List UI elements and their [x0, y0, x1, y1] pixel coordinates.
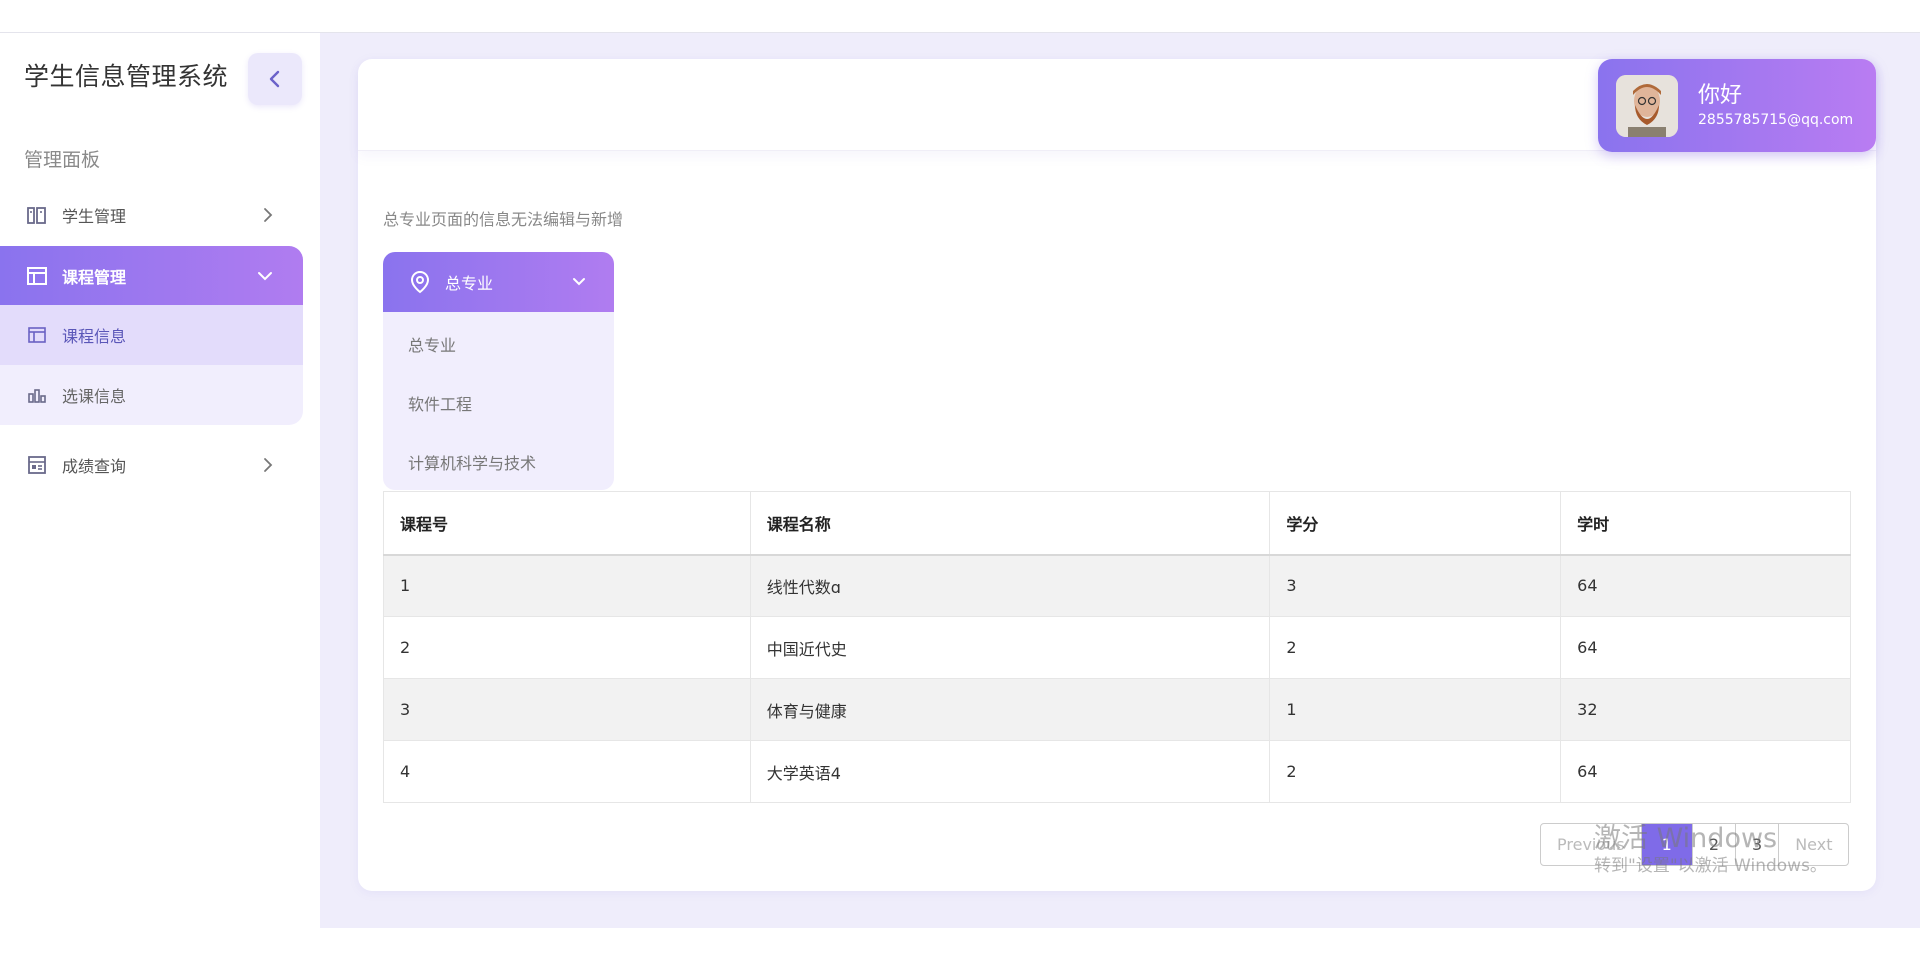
chevron-down-icon [257, 271, 273, 281]
location-pin-icon [409, 270, 431, 294]
table-cell: 体育与健康 [749, 678, 1271, 741]
table-cell: 线性代数ɑ [749, 554, 1271, 617]
pagination-page-1[interactable]: 1 [1641, 824, 1693, 865]
notice-text: 总专业页面的信息无法编辑与新增 [383, 210, 624, 229]
major-dropdown-button[interactable]: 总专业 [383, 252, 614, 312]
user-profile-card[interactable]: 你好 2855785715@qq.com [1598, 59, 1876, 152]
sidebar-collapse-button[interactable] [248, 53, 302, 105]
table-cell: 2 [1269, 740, 1562, 803]
table-cell: 1 [1269, 678, 1562, 741]
table-cell: 大学英语4 [749, 740, 1271, 803]
bar-chart-icon [26, 384, 48, 406]
section-title: 管理面板 [24, 149, 101, 171]
table-icon [26, 265, 48, 287]
pagination-next-button[interactable]: Next [1779, 824, 1848, 865]
chevron-right-icon [263, 457, 273, 473]
sidebar-subitem-label: 课程信息 [62, 327, 127, 346]
table-cell: 中国近代史 [749, 616, 1271, 679]
table-row: 1 线性代数ɑ 3 64 [383, 554, 1851, 617]
table-cell: 4 [383, 740, 751, 803]
column-header-credits[interactable]: 学分 [1269, 491, 1562, 556]
course-table: 课程号 课程名称 学分 学时 1 线性代数ɑ 3 64 2 中国近代史 2 64… [383, 491, 1851, 803]
chevron-down-icon [572, 277, 586, 287]
dropdown-option-all-majors[interactable]: 总专业 [408, 332, 456, 356]
user-email: 2855785715@qq.com [1698, 111, 1854, 128]
user-greeting: 你好 [1698, 82, 1743, 108]
major-dropdown-selected: 总专业 [445, 274, 494, 293]
sidebar-item-label: 学生管理 [62, 207, 127, 226]
column-header-course-name[interactable]: 课程名称 [749, 491, 1271, 556]
sidebar-item-course-management[interactable]: 课程管理 [0, 246, 303, 306]
student-icon [26, 204, 48, 226]
table-cell: 1 [383, 554, 751, 617]
table-cell: 64 [1560, 616, 1851, 679]
pagination-page-2[interactable]: 2 [1693, 824, 1736, 865]
bottom-bar [0, 928, 1920, 960]
pagination-previous-button[interactable]: Previous [1541, 824, 1642, 865]
column-header-course-id[interactable]: 课程号 [383, 491, 751, 556]
table-cell: 64 [1560, 740, 1851, 803]
table-row: 3 体育与健康 1 32 [383, 678, 1851, 741]
sidebar: 学生信息管理系统 管理面板 学生管理 课程管理 课程信息 选课信息 成绩查询 [0, 33, 320, 929]
table-cell: 3 [383, 678, 751, 741]
sidebar-item-grade-query[interactable]: 成绩查询 [0, 435, 303, 495]
table-header-row: 课程号 课程名称 学分 学时 [383, 491, 1851, 556]
column-header-hours[interactable]: 学时 [1560, 491, 1851, 556]
dropdown-option-computer-science[interactable]: 计算机科学与技术 [408, 450, 536, 474]
report-icon [26, 454, 48, 476]
dropdown-option-software-engineering[interactable]: 软件工程 [408, 391, 472, 415]
top-bar [0, 0, 1920, 33]
chevron-right-icon [263, 207, 273, 223]
app-title: 学生信息管理系统 [24, 62, 229, 91]
sidebar-item-student-management[interactable]: 学生管理 [0, 185, 303, 245]
table-cell: 2 [1269, 616, 1562, 679]
table-icon [26, 324, 48, 346]
pagination: Previous 1 2 3 Next [1540, 823, 1850, 866]
sidebar-item-label: 成绩查询 [62, 457, 127, 476]
sidebar-subitem-course-info[interactable]: 课程信息 [0, 305, 303, 365]
sidebar-item-label: 课程管理 [62, 268, 127, 287]
sidebar-subitem-label: 选课信息 [62, 387, 127, 406]
avatar [1616, 74, 1678, 137]
table-row: 2 中国近代史 2 64 [383, 616, 1851, 679]
course-submenu: 课程信息 选课信息 [0, 305, 303, 425]
table-row: 4 大学英语4 2 64 [383, 740, 1851, 803]
sidebar-subitem-course-selection[interactable]: 选课信息 [0, 365, 303, 425]
table-cell: 2 [383, 616, 751, 679]
major-dropdown-menu: 总专业 软件工程 计算机科学与技术 [383, 312, 614, 490]
table-cell: 64 [1560, 554, 1851, 617]
table-cell: 32 [1560, 678, 1851, 741]
pagination-page-3[interactable]: 3 [1736, 824, 1780, 865]
chevron-left-icon [269, 70, 280, 88]
table-cell: 3 [1269, 554, 1562, 617]
